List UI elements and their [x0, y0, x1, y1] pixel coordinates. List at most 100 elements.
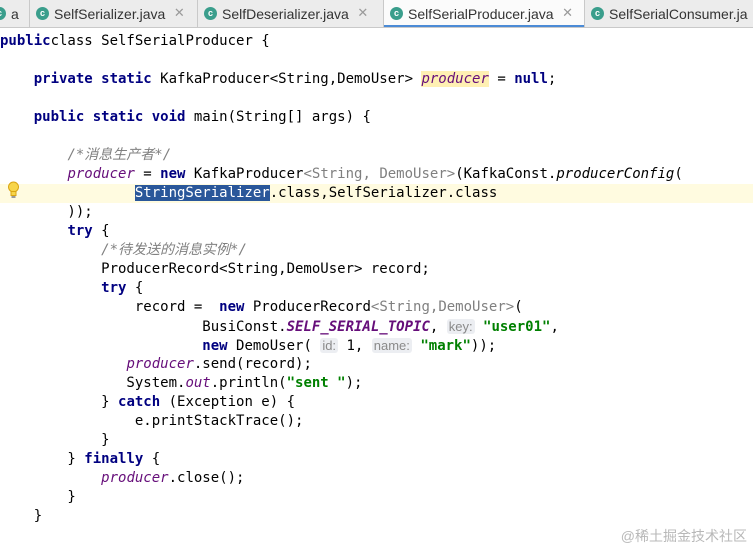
code-token: = [488, 71, 515, 87]
code-token: } [0, 508, 43, 524]
code-line[interactable]: } finally { [0, 450, 753, 469]
code-line[interactable]: } catch (Exception e) { [0, 393, 753, 412]
code-token: public [0, 33, 51, 49]
code-line[interactable]: record = new ProducerRecord<String,DemoU… [0, 298, 753, 317]
code-token: catch [118, 394, 169, 410]
code-token: e.printStackTrace(); [0, 413, 304, 429]
code-token: ProducerRecord<String,DemoUser> record; [0, 261, 430, 277]
code-line[interactable]: } [0, 488, 753, 507]
code-line[interactable] [0, 51, 753, 70]
code-token: .close(); [168, 470, 245, 486]
code-line[interactable]: private static KafkaProducer<String,Demo… [0, 70, 753, 89]
code-token: } [0, 451, 85, 467]
code-line[interactable]: )); [0, 203, 753, 222]
java-class-icon: c [0, 7, 6, 20]
code-token: private static [33, 71, 161, 87]
java-class-icon: c [204, 7, 217, 20]
code-line[interactable]: try { [0, 222, 753, 241]
code-line[interactable]: public static void main(String[] args) { [0, 108, 753, 127]
code-token: (Exception e) { [168, 394, 296, 410]
code-line[interactable]: } [0, 431, 753, 450]
code-token: 1, [338, 338, 372, 354]
code-token: } [0, 394, 119, 410]
code-token: .println( [210, 375, 287, 391]
code-token: DemoUser( [236, 338, 321, 354]
code-token: main(String[] args) { [193, 109, 371, 125]
code-token: = [134, 166, 161, 182]
code-line[interactable]: new DemoUser( id: 1, name: "mark")); [0, 336, 753, 355]
code-line[interactable]: } [0, 507, 753, 526]
code-line[interactable]: publicclass SelfSerialProducer { [0, 32, 753, 51]
code-token: { [134, 280, 144, 296]
code-token: , [550, 319, 559, 335]
code-token: producer [126, 356, 194, 372]
code-line[interactable]: ProducerRecord<String,DemoUser> record; [0, 260, 753, 279]
tab-label: SelfDeserializer.java [222, 5, 349, 22]
code-token: record = [0, 299, 220, 315]
code-token: /*消息生产者*/ [67, 147, 172, 163]
code-token: null [514, 71, 548, 87]
tab-selfserializer[interactable]: c SelfSerializer.java ✕ [30, 0, 198, 27]
code-token: { [151, 451, 161, 467]
code-token: ); [345, 375, 363, 391]
code-token: )); [0, 204, 93, 220]
code-token: } [0, 432, 110, 448]
code-line[interactable] [0, 89, 753, 108]
parameter-hint: key: [446, 319, 475, 334]
tab-selfdeserializer[interactable]: c SelfDeserializer.java ✕ [198, 0, 384, 27]
code-token: )); [470, 338, 497, 354]
tab-selfserialproducer[interactable]: c SelfSerialProducer.java ✕ [384, 0, 585, 27]
tab-partial-left[interactable]: c a [0, 0, 30, 27]
code-token: (KafkaConst. [455, 166, 557, 182]
code-token: , [429, 319, 447, 335]
code-token: ProducerRecord [252, 299, 371, 315]
code-token: try [101, 280, 135, 296]
parameter-hint: name: [371, 338, 412, 353]
code-token: KafkaProducer [193, 166, 304, 182]
code-token: "mark" [420, 338, 471, 354]
code-line[interactable]: e.printStackTrace(); [0, 412, 753, 431]
code-token: class SelfSerialProducer { [50, 33, 270, 49]
code-token: SELF_SERIAL_TOPIC [286, 319, 430, 335]
code-line[interactable]: producer = new KafkaProducer<String, Dem… [0, 165, 753, 184]
code-line[interactable]: System.out.println("sent "); [0, 374, 753, 393]
close-icon[interactable]: ✕ [560, 6, 576, 21]
tab-label: SelfSerializer.java [54, 5, 166, 22]
code-token: ; [547, 71, 557, 87]
close-icon[interactable]: ✕ [171, 6, 187, 21]
code-token: } [0, 489, 76, 505]
code-token: ( [674, 166, 683, 182]
code-line[interactable]: producer.send(record); [0, 355, 753, 374]
code-token: producer [101, 470, 169, 486]
watermark: @稀土掘金技术社区 [620, 528, 747, 544]
code-line[interactable]: producer.close(); [0, 469, 753, 488]
tab-label: a [11, 5, 19, 22]
code-line[interactable] [0, 127, 753, 146]
code-editor[interactable]: publicclass SelfSerialProducer { private… [0, 28, 753, 550]
tab-selfserialconsumer[interactable]: c SelfSerialConsumer.ja [585, 0, 753, 27]
code-token: new [202, 338, 237, 354]
code-line[interactable]: BusiConst.SELF_SERIAL_TOPIC, key: "user0… [0, 317, 753, 336]
code-line[interactable]: StringSerializer.class,SelfSerializer.cl… [0, 184, 753, 203]
code-line[interactable]: /*待发送的消息实例*/ [0, 241, 753, 260]
code-token: .class [446, 185, 498, 201]
tab-label: SelfSerialProducer.java [408, 5, 554, 22]
code-token: KafkaProducer<String,DemoUser> [160, 71, 422, 87]
code-token: public static void [33, 109, 194, 125]
code-token: "user01" [483, 319, 551, 335]
code-token: <String,DemoUser> [370, 299, 515, 315]
code-line[interactable]: try { [0, 279, 753, 298]
tab-label: SelfSerialConsumer.ja [609, 5, 748, 22]
close-icon[interactable]: ✕ [355, 6, 371, 21]
code-line[interactable]: /*消息生产者*/ [0, 146, 753, 165]
code-token: new [219, 299, 253, 315]
code-token: ,SelfSerializer [320, 185, 447, 201]
lightbulb-icon[interactable] [7, 180, 20, 200]
code-token: out [185, 375, 211, 391]
